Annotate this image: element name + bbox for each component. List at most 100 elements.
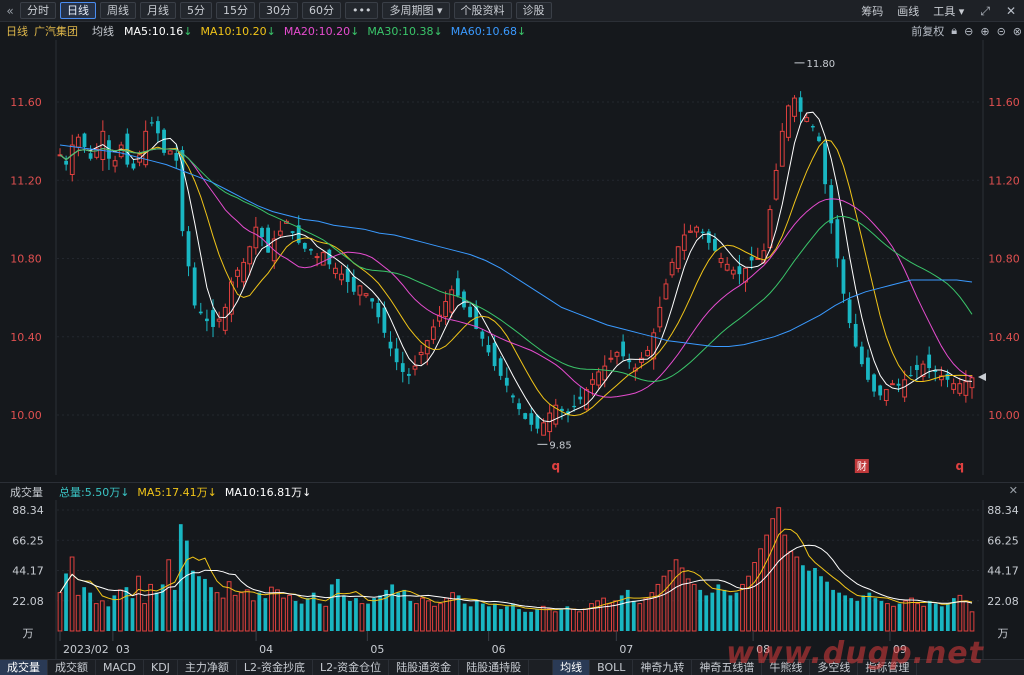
candle-body-up	[969, 377, 975, 389]
volume-bar-down	[837, 592, 841, 631]
candle-body-down	[290, 231, 295, 234]
candle-body-up	[602, 365, 608, 381]
draw-line-button[interactable]: 画线	[897, 3, 919, 19]
candle-body-up	[430, 326, 436, 340]
date-tick-label: 06	[492, 643, 506, 656]
volume-bar-down	[366, 603, 370, 631]
volume-bar-up	[752, 562, 757, 632]
tab-northbound-flow[interactable]: 陆股通资金	[389, 660, 460, 675]
candle-body-up	[333, 267, 338, 275]
candle-body-up	[357, 285, 363, 296]
volume-bar-down	[631, 600, 636, 631]
volume-bar-up	[903, 600, 908, 632]
ma-label[interactable]: 均线	[92, 23, 114, 39]
candle-body-down	[64, 160, 69, 165]
volume-bar-up	[432, 605, 437, 632]
volume-bar-down	[625, 589, 630, 631]
candle-body-down	[927, 354, 932, 369]
period-button-weekly[interactable]: 周线	[100, 2, 136, 19]
volume-bar-down	[897, 603, 902, 631]
volume-bar-up	[57, 592, 63, 632]
volume-tick-label-left: 88.34	[12, 504, 44, 517]
collapse-left-icon[interactable]: «	[0, 4, 20, 18]
tab-macd[interactable]: MACD	[96, 660, 144, 675]
volume-bar-up	[758, 548, 763, 632]
tab-l2-bottom-fishing[interactable]: L2-资金抄底	[237, 660, 314, 675]
period-button-15min[interactable]: 15分	[216, 2, 255, 19]
volume-bar-up	[438, 603, 443, 632]
tab-ma[interactable]: 均线	[553, 660, 591, 675]
volume-bar-down	[378, 595, 382, 631]
candle-body-down	[302, 242, 307, 249]
volume-bar-down	[112, 595, 117, 631]
date-tick-label: 2023/02	[63, 643, 109, 656]
volume-bar-up	[571, 608, 576, 632]
stock-profile-button[interactable]: 个股资料	[453, 2, 512, 19]
volume-bar-down	[263, 598, 268, 631]
volume-bar-up	[426, 600, 431, 632]
candle-body-up	[314, 256, 320, 259]
volume-bar-up	[214, 592, 220, 632]
candle-body-up	[663, 283, 669, 300]
volume-bar-up	[957, 594, 963, 632]
tab-northbound-holding[interactable]: 陆股通持股	[459, 660, 530, 675]
volume-bar-down	[341, 595, 346, 631]
candle-body-down	[878, 385, 883, 396]
tab-magic-nine[interactable]: 神奇九转	[633, 660, 693, 675]
volume-tick-label-left: 万	[23, 627, 34, 640]
candle-body-down	[156, 121, 160, 134]
period-button-5min[interactable]: 5分	[180, 2, 212, 19]
volume-bar-down	[535, 609, 540, 631]
candle-body-up	[785, 105, 791, 138]
candle-body-down	[859, 346, 864, 365]
volume-bar-down	[154, 592, 159, 631]
date-tick-label: 07	[619, 643, 633, 656]
volume-bar-down	[499, 609, 503, 631]
volume-bar-up	[963, 600, 969, 632]
tab-kdj[interactable]: KDJ	[144, 660, 178, 675]
zoom-in-icon[interactable]: ⊕	[980, 25, 989, 38]
volume-bar-down	[734, 592, 739, 631]
period-button-30min[interactable]: 30分	[259, 2, 298, 19]
candle-body-up	[541, 422, 546, 436]
period-button-daily[interactable]: 日线	[60, 2, 96, 19]
minus-icon[interactable]: ⊝	[997, 25, 1006, 38]
close-icon[interactable]: ⊗	[1013, 25, 1022, 38]
period-button-monthly[interactable]: 月线	[140, 2, 176, 19]
lock-icon[interactable]: 🔒︎	[951, 24, 957, 38]
candle-body-up	[688, 230, 693, 233]
close-volume-icon[interactable]: ✕	[1009, 484, 1018, 497]
volume-bar-down	[390, 584, 395, 631]
period-button-intraday[interactable]: 分时	[20, 2, 56, 19]
volume-ma5-line	[59, 528, 973, 611]
candlestick-chart[interactable]: 11.80 9.85 q 财 q 11.60 11.60 11.20 11.20 10.80 10…	[0, 40, 1024, 482]
ma5-value: MA5:10.16↓	[124, 24, 193, 38]
stock-diagnosis-button[interactable]: 诊股	[515, 2, 552, 19]
candle-body-up	[890, 383, 895, 386]
candle-body-down	[872, 374, 876, 392]
close-icon[interactable]: ✕	[1006, 4, 1016, 18]
tab-main-net-flow[interactable]: 主力净额	[178, 660, 237, 675]
chip-distribution-button[interactable]: 筹码	[861, 3, 883, 19]
tab-volume[interactable]: 成交量	[0, 660, 48, 675]
forward-adjust-toggle[interactable]: 前复权	[911, 23, 944, 39]
multi-period-dropdown[interactable]: 多周期图 ▾	[382, 2, 450, 19]
period-button-60min[interactable]: 60分	[302, 2, 341, 19]
tab-l2-position[interactable]: L2-资金仓位	[313, 660, 390, 675]
volume-bar-up	[583, 608, 588, 632]
zoom-out-icon[interactable]: ⊖	[964, 25, 973, 38]
candle-body-up	[767, 209, 773, 249]
tab-scroll-arrow[interactable]	[529, 660, 554, 675]
volume-bar-down	[468, 606, 473, 631]
more-periods-button[interactable]: •••	[345, 2, 379, 19]
candle-body-down	[908, 375, 913, 377]
candle-body-up	[792, 97, 797, 117]
candle-body-down	[205, 318, 209, 322]
expand-icon[interactable]: ⤢	[980, 4, 990, 19]
tab-boll[interactable]: BOLL	[590, 660, 634, 675]
price-tick-label-right: 11.20	[988, 174, 1020, 187]
volume-bar-down	[257, 592, 262, 631]
volume-bar-down	[184, 540, 189, 631]
tab-turnover[interactable]: 成交额	[48, 660, 96, 675]
tools-dropdown[interactable]: 工具 ▾	[933, 3, 964, 19]
